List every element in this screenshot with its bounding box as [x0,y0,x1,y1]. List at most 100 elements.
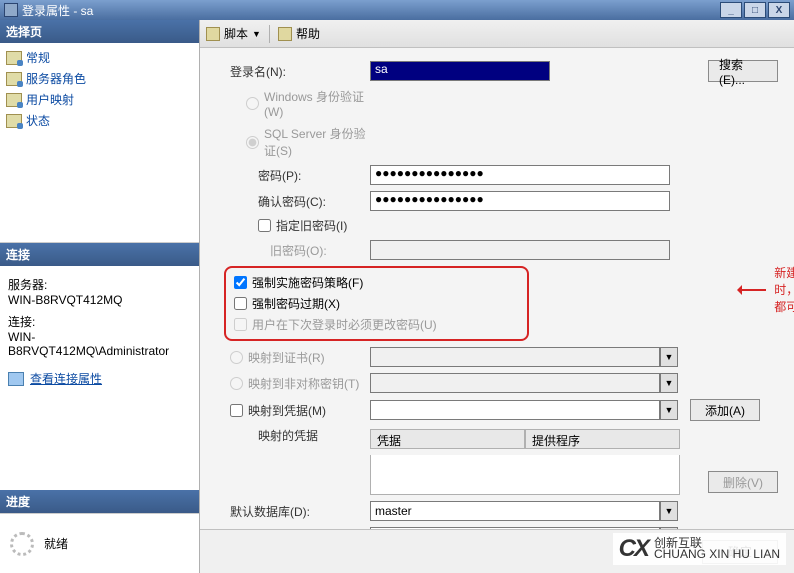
map-cert-select: ▼ [370,347,678,367]
map-cert-radio: 映射到证书(R) [230,349,370,366]
progress-header: 进度 [0,490,199,513]
select-box [370,373,660,393]
nav-label: 服务器角色 [26,70,86,87]
col-provider: 提供程序 [525,429,680,449]
creds-table-header: 凭据 提供程序 [370,429,680,449]
map-cred-select[interactable]: ▼ [370,400,678,420]
radio-label: 映射到非对称密钥(T) [248,375,359,392]
confirm-password-input[interactable]: ●●●●●●●●●●●●●●● [370,191,670,211]
checkbox-label: 强制实施密码策略(F) [252,274,363,291]
confirm-password-label: 确认密码(C): [230,193,370,210]
map-asym-select: ▼ [370,373,678,393]
watermark: CX 创新互联 CHUANG XIN HU LIAN [613,533,786,565]
maximize-button[interactable]: □ [744,2,766,18]
conn-value: WIN-B8RVQT412MQ\Administrator [8,330,191,358]
close-button[interactable]: X [768,2,790,18]
view-connection-link[interactable]: 查看连接属性 [8,370,191,387]
annotation-text: 新建用户时，三项都可选 [774,264,794,315]
login-name-input[interactable]: sa [370,61,550,81]
radio-icon [230,377,243,390]
map-asym-radio: 映射到非对称密钥(T) [230,375,370,392]
nav-general[interactable]: 常规 [6,47,193,68]
nav-label: 常规 [26,49,50,66]
checkbox-icon[interactable] [234,276,247,289]
checkbox-icon[interactable] [230,404,243,417]
add-button[interactable]: 添加(A) [690,399,760,421]
properties-icon [8,372,24,386]
nav-user-mapping[interactable]: 用户映射 [6,89,193,110]
chevron-down-icon[interactable]: ▼ [660,400,678,420]
col-credential: 凭据 [370,429,525,449]
app-icon [4,3,18,17]
old-password-input [370,240,670,260]
nav-label: 状态 [26,112,50,129]
radio-icon [246,136,259,149]
conn-label: 连接: [8,313,191,330]
default-db-select[interactable]: master ▼ [370,501,678,521]
search-button[interactable]: 搜索(E)... [708,60,778,82]
checkbox-label: 映射到凭据(M) [248,402,326,419]
annotation-callout: 新建用户时，三项都可选 [740,264,794,315]
page-icon [6,93,22,107]
right-pane: 脚本 ▼ 帮助 登录名(N): sa 搜索(E)... [200,20,794,573]
checkbox-icon[interactable] [234,297,247,310]
server-value: WIN-B8RVQT412MQ [8,293,191,307]
connection-header: 连接 [0,243,199,266]
nav-label: 用户映射 [26,91,74,108]
page-icon [6,114,22,128]
window-title: 登录属性 - sa [22,2,720,19]
connection-info: 服务器: WIN-B8RVQT412MQ 连接: WIN-B8RVQT412MQ… [0,266,199,490]
toolbar: 脚本 ▼ 帮助 [200,20,794,48]
checkbox-label: 指定旧密码(I) [276,217,347,234]
checkbox-icon[interactable] [258,219,271,232]
select-page-header: 选择页 [0,20,199,43]
chevron-down-icon: ▼ [660,347,678,367]
windows-auth-radio: Windows 身份验证(W) [230,88,370,119]
enforce-expire-checkbox[interactable]: 强制密码过期(X) [234,295,519,312]
select-box[interactable]: master [370,501,660,521]
checkbox-label: 强制密码过期(X) [252,295,340,312]
password-label: 密码(P): [230,167,370,184]
must-change-checkbox: 用户在下次登录时必须更改密码(U) [234,316,519,333]
select-box [370,347,660,367]
map-cred-checkbox[interactable]: 映射到凭据(M) [230,402,370,419]
radio-label: SQL Server 身份验证(S) [264,125,370,159]
old-password-label: 旧密码(O): [230,242,370,259]
window-controls: _ □ X [720,2,790,18]
radio-icon [246,97,259,110]
sql-auth-radio: SQL Server 身份验证(S) [230,125,370,159]
watermark-line2: CHUANG XIN HU LIAN [654,549,780,560]
spinner-icon [10,532,34,556]
checkbox-icon [234,318,247,331]
script-label: 脚本 [224,25,248,42]
window-titlebar: 登录属性 - sa _ □ X [0,0,794,20]
annotation-box: 强制实施密码策略(F) 强制密码过期(X) 用户在下次登录时必须更改密码(U) [224,266,529,341]
login-name-label: 登录名(N): [230,63,370,80]
nav-list: 常规 服务器角色 用户映射 状态 [0,43,199,243]
script-button[interactable]: 脚本 ▼ [206,25,261,42]
remove-button: 删除(V) [708,471,778,493]
radio-label: 映射到证书(R) [248,349,325,366]
specify-old-checkbox[interactable]: 指定旧密码(I) [230,217,370,234]
help-label: 帮助 [296,25,320,42]
help-button[interactable]: 帮助 [278,25,320,42]
help-icon [278,27,292,41]
radio-icon [230,351,243,364]
select-box[interactable] [370,400,660,420]
nav-status[interactable]: 状态 [6,110,193,131]
nav-server-roles[interactable]: 服务器角色 [6,68,193,89]
chevron-down-icon[interactable]: ▼ [660,501,678,521]
toolbar-separator [269,25,270,43]
password-input[interactable]: ●●●●●●●●●●●●●●● [370,165,670,185]
mapped-creds-label: 映射的凭据 [230,427,370,444]
page-icon [6,72,22,86]
creds-table-body[interactable] [370,455,680,495]
enforce-policy-checkbox[interactable]: 强制实施密码策略(F) [234,274,519,291]
ready-label: 就绪 [44,535,68,552]
link-text[interactable]: 查看连接属性 [30,370,102,387]
arrow-icon [740,289,766,291]
default-db-label: 默认数据库(D): [230,503,370,520]
radio-label: Windows 身份验证(W) [264,88,370,119]
script-icon [206,27,220,41]
minimize-button[interactable]: _ [720,2,742,18]
